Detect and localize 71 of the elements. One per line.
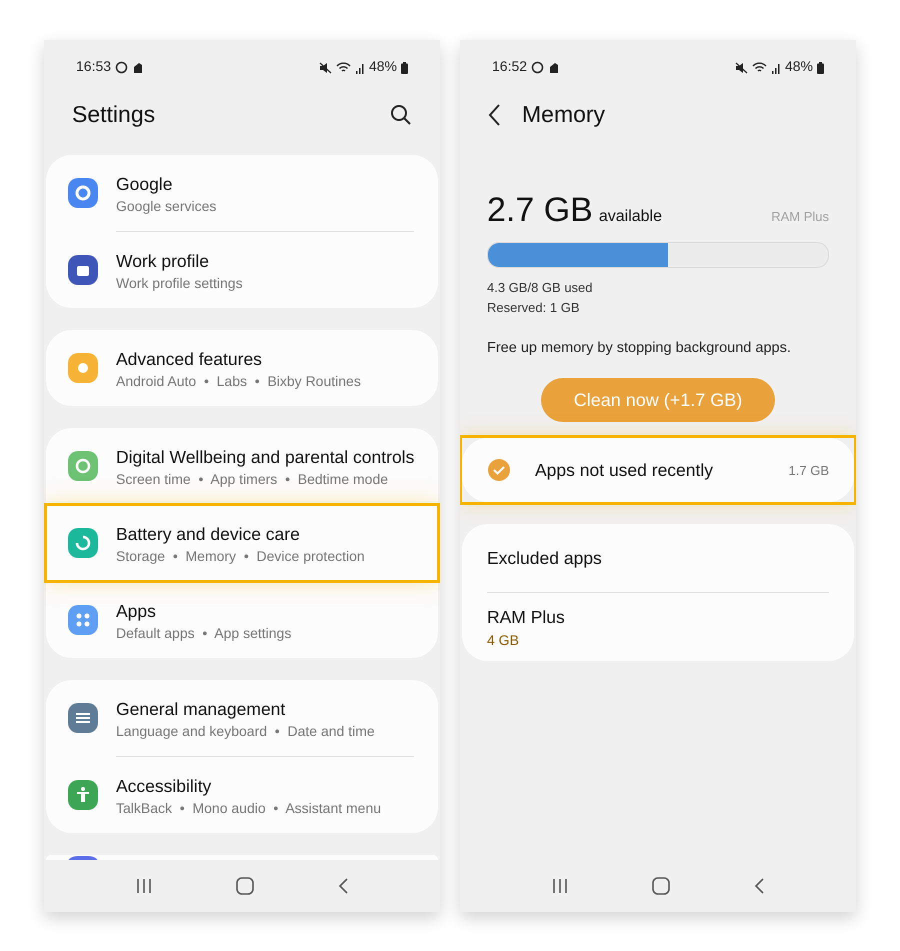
chat-icon: [115, 61, 128, 74]
settings-item[interactable]: Google Google services: [46, 155, 438, 231]
item-title: Apps: [116, 600, 157, 622]
item-subtitle: Work profile settings: [116, 274, 244, 290]
settings-item[interactable]: Work profile Work profile settings: [46, 232, 438, 308]
settings-item[interactable]: Advanced features Android Auto • Labs • Bixby Routines: [46, 330, 438, 406]
hint-text: Free up memory by stopping background apps.: [487, 340, 792, 356]
app-icon: [68, 703, 98, 733]
recent-apps-icon[interactable]: [551, 878, 570, 894]
option-title[interactable]: RAM Plus: [487, 606, 829, 628]
item-subtitle: Default apps • App settings: [116, 624, 292, 640]
signal-icon: [770, 62, 781, 74]
mute-icon: [734, 62, 748, 74]
settings-item[interactable]: Accessibility TalkBack • Mono audio • Assistant menu: [46, 757, 438, 833]
settings-item[interactable]: Apps Default apps • App settings: [46, 582, 438, 658]
item-subtitle: TalkBack • Mono audio • Assistant menu: [116, 800, 382, 816]
notification-icon: [132, 62, 144, 74]
memory-used: 4.3 GB/8 GB used: [487, 279, 594, 297]
battery-percent: 48%: [784, 58, 813, 74]
checkbox-icon[interactable]: [487, 458, 511, 482]
chat-icon: [531, 61, 544, 74]
app-icon: [68, 856, 98, 860]
app-icon: [68, 353, 98, 383]
app-icon: [68, 528, 98, 558]
apps-size: 1.7 GB: [788, 462, 829, 478]
screen-title: Memory: [522, 101, 606, 128]
app-icon: [68, 451, 98, 481]
app-icon: [68, 255, 98, 285]
status-time: 16:52: [492, 58, 528, 74]
notification-icon: [548, 62, 560, 74]
back-icon[interactable]: [336, 877, 349, 895]
wifi-icon: [752, 62, 767, 74]
available-label: available: [598, 208, 662, 226]
option-value: 4 GB: [487, 632, 520, 648]
item-subtitle: Screen time • App timers • Bedtime mode: [116, 470, 390, 486]
settings-item[interactable]: General management Language and keyboard • Date and time: [46, 680, 438, 756]
app-icon: [68, 178, 98, 208]
signal-icon: [354, 62, 365, 74]
item-subtitle: Storage • Memory • Device protection: [116, 548, 366, 564]
item-title: General management: [116, 698, 286, 720]
item-title: Digital Wellbeing and parental controls: [116, 446, 416, 468]
screen-title: Settings: [72, 101, 156, 128]
item-title: Advanced features: [116, 348, 263, 370]
settings-item[interactable]: Digital Wellbeing and parental controls Screen time • App timers • Bedtime mode: [46, 428, 438, 504]
option-title[interactable]: Excluded apps: [487, 547, 829, 569]
wifi-icon: [336, 62, 351, 74]
apps-row[interactable]: Apps not used recently 1.7 GB: [462, 438, 854, 502]
battery-percent: 48%: [368, 58, 397, 74]
recent-apps-icon[interactable]: [135, 878, 154, 894]
app-icon: [68, 780, 98, 810]
app-icon: [68, 605, 98, 635]
item-title: Work profile: [116, 250, 210, 272]
item-title: Accessibility: [116, 774, 212, 796]
battery-icon: [817, 62, 824, 74]
apps-label: Apps not used recently: [535, 460, 714, 480]
memory-reserved: Reserved: 1 GB: [487, 299, 580, 317]
item-subtitle: Language and keyboard • Date and time: [116, 722, 376, 738]
battery-icon: [401, 62, 408, 74]
mute-icon: [318, 62, 332, 74]
item-subtitle: Google services: [116, 198, 218, 214]
search-icon[interactable]: [390, 104, 412, 126]
available-amount: 2.7 GB: [487, 191, 593, 230]
ram-plus-label: RAM Plus: [771, 209, 829, 224]
settings-item[interactable]: Battery and device care Storage • Memory • Device protection: [46, 505, 438, 581]
item-title: Google: [116, 172, 174, 194]
status-time: 16:53: [76, 58, 112, 74]
item-title: Battery and device care: [116, 522, 301, 544]
item-subtitle: Android Auto • Labs • Bixby Routines: [116, 372, 362, 388]
home-icon[interactable]: [236, 877, 254, 895]
back-icon[interactable]: [752, 877, 765, 895]
home-icon[interactable]: [652, 877, 670, 895]
